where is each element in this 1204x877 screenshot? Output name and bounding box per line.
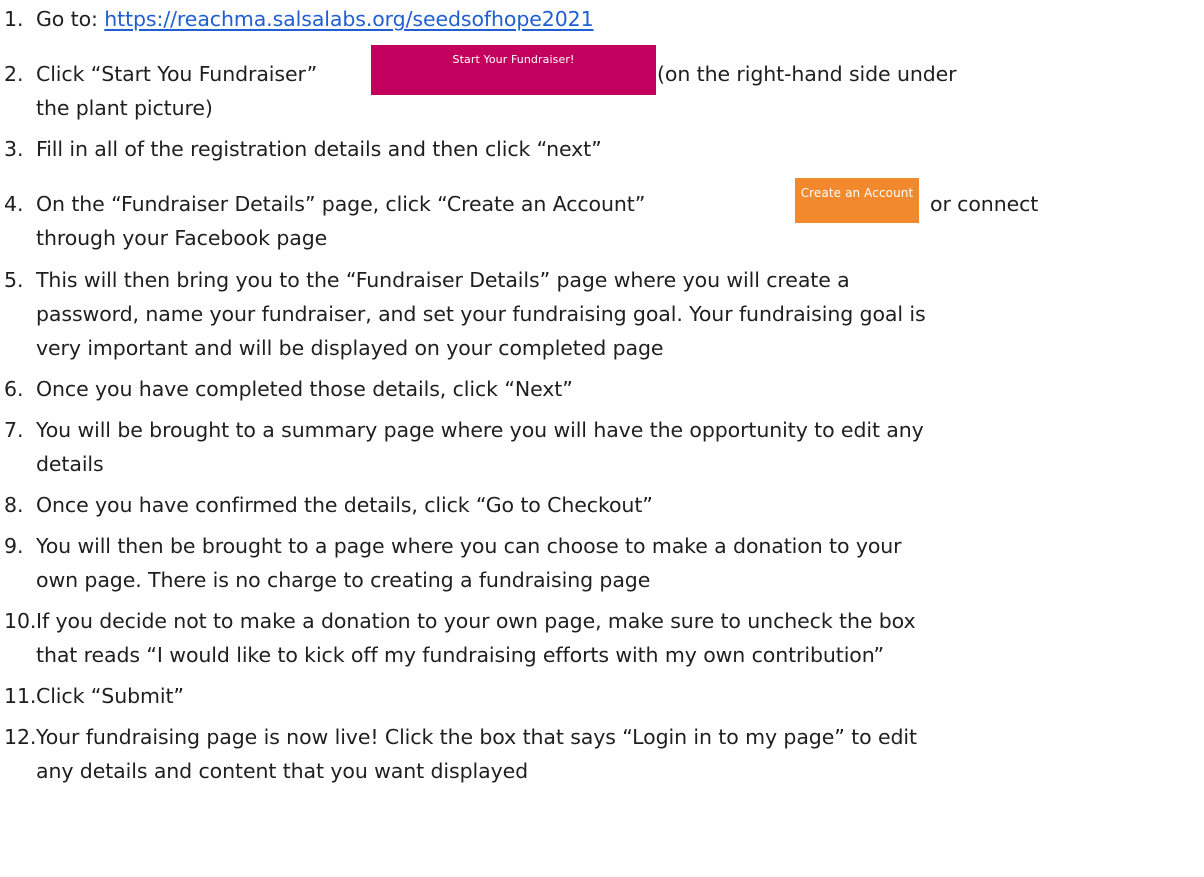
step-text: On the “Fundraiser Details” page, click … [36, 192, 646, 216]
start-fundraiser-button[interactable]: Start Your Fundraiser! [371, 45, 656, 95]
step-number: 2. [4, 62, 24, 86]
step-number: 10. [4, 609, 37, 633]
step-text: Once you have confirmed the details, cli… [36, 493, 653, 517]
create-account-button[interactable]: Create an Account [795, 178, 919, 223]
step-text: You will then be brought to a page where… [36, 534, 902, 558]
step-number: 6. [4, 377, 24, 401]
step-text: the plant picture) [36, 96, 213, 120]
step-text: own page. There is no charge to creating… [36, 568, 651, 592]
step-number: 4. [4, 192, 24, 216]
step-text: (on the right-hand side under [657, 62, 957, 86]
step-text: details [36, 452, 104, 476]
step-text: or connect [930, 192, 1039, 216]
step-text: Fill in all of the registration details … [36, 137, 602, 161]
step-text: Your fundraising page is now live! Click… [36, 725, 917, 749]
step-text: through your Facebook page [36, 226, 328, 250]
step-number: 11. [4, 684, 37, 708]
step-number: 1. [4, 7, 24, 31]
step-text: You will be brought to a summary page wh… [36, 418, 924, 442]
step-text: password, name your fundraiser, and set … [36, 302, 926, 326]
step-number: 8. [4, 493, 24, 517]
step-number: 5. [4, 268, 24, 292]
step-text: that reads “I would like to kick off my … [36, 643, 885, 667]
step-text: any details and content that you want di… [36, 759, 529, 783]
step-text: very important and will be displayed on … [36, 336, 664, 360]
instructions-document: 1. Go to: https://reachma.salsalabs.org/… [0, 0, 1204, 877]
step-text: Go to: [36, 7, 105, 31]
step-number: 7. [4, 418, 24, 442]
step-number: 12. [4, 725, 37, 749]
step-text: Once you have completed those details, c… [36, 377, 573, 401]
step-text: Click “Submit” [36, 684, 184, 708]
signup-link[interactable]: https://reachma.salsalabs.org/seedsofhop… [104, 7, 593, 31]
step-text: If you decide not to make a donation to … [36, 609, 916, 633]
step-number: 3. [4, 137, 24, 161]
step-text: Click “Start You Fundraiser” [36, 62, 318, 86]
step-text: This will then bring you to the “Fundrai… [36, 268, 850, 292]
step-number: 9. [4, 534, 24, 558]
